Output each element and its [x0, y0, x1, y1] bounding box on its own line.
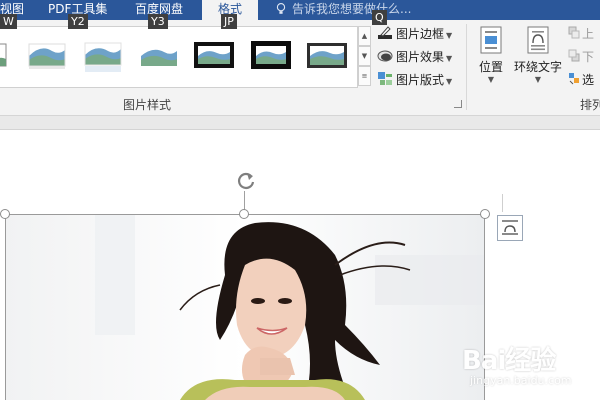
picture-styles-gallery: ▲ ▼ ≡ 图片样式: [0, 20, 372, 114]
watermark-url: jingyan.baidu.com: [470, 374, 572, 387]
position-button[interactable]: 位置 ▼: [478, 26, 504, 85]
picture-effects-icon: [377, 50, 393, 62]
picture-layout-label: 图片版式: [396, 73, 445, 87]
layout-options-button[interactable]: [497, 215, 523, 241]
group-separator: [466, 24, 467, 110]
keytip-format: JP: [221, 14, 237, 29]
picture-styles-group-label: 图片样式: [123, 98, 172, 112]
chevron-down-icon: ▼: [446, 77, 453, 86]
text-margin-line: [502, 194, 503, 212]
selection-pane-icon: [569, 73, 579, 85]
keytip-baidu: Y3: [148, 14, 168, 29]
picture-style-thumb[interactable]: [26, 34, 68, 76]
chevron-down-icon: ▼: [446, 54, 453, 63]
gallery-scroll-down-button[interactable]: ▼: [358, 46, 371, 66]
send-backward-icon: [568, 49, 580, 62]
picture-layout-button[interactable]: 图片版式 ▼: [377, 70, 452, 90]
keytip-tellme: Q: [372, 10, 387, 25]
picture-border-label: 图片边框: [396, 27, 445, 41]
portrait-photo: [5, 215, 485, 400]
position-icon: [480, 26, 502, 54]
picture-style-thumb[interactable]: [138, 34, 180, 76]
send-backward-button[interactable]: 下: [568, 47, 594, 67]
selected-picture[interactable]: [5, 215, 485, 400]
resize-handle-top-left[interactable]: [0, 209, 10, 219]
arrange-group-label: 排列: [580, 98, 600, 112]
picture-border-icon: [378, 26, 392, 39]
picture-border-button[interactable]: 图片边框 ▼: [377, 24, 452, 44]
bring-forward-icon: [568, 26, 580, 39]
ruler-strip: [0, 116, 600, 130]
picture-effects-label: 图片效果: [396, 50, 445, 64]
tell-me-box[interactable]: 告诉我您想要做什么...: [276, 0, 411, 20]
chevron-down-icon: ▼: [534, 75, 542, 84]
rotation-handle-line: [244, 191, 245, 210]
ribbon-tab-bar: 视图 PDF工具集 百度网盘 格式 告诉我您想要做什么...: [0, 0, 600, 20]
wrap-text-icon: [527, 26, 549, 54]
send-backward-label: 下: [582, 50, 595, 64]
baidu-jingyan-watermark: Bai经验 jingyan.baidu.com: [452, 334, 592, 396]
bring-forward-label: 上: [582, 27, 595, 41]
bring-forward-button[interactable]: 上: [568, 24, 594, 44]
keytip-view: W: [0, 14, 17, 29]
wrap-text-label: 环绕文字: [514, 60, 563, 74]
position-label: 位置: [478, 60, 503, 74]
chevron-down-icon: ▼: [446, 31, 453, 40]
gallery-scroll-up-button[interactable]: ▲: [358, 26, 371, 46]
ribbon: ▲ ▼ ≡ 图片样式 图片边框 ▼ 图片效果 ▼ 图片版式 ▼ 位置 ▼ 环绕文…: [0, 20, 600, 116]
rotate-handle-icon[interactable]: [235, 171, 257, 191]
chevron-down-icon: ▼: [487, 75, 495, 84]
lightbulb-icon: [276, 3, 286, 14]
picture-styles-dialog-launcher[interactable]: [454, 100, 462, 108]
picture-effects-button[interactable]: 图片效果 ▼: [377, 47, 452, 67]
resize-handle-top-right[interactable]: [480, 209, 490, 219]
resize-handle-top[interactable]: [239, 209, 249, 219]
keytip-pdf: Y2: [68, 14, 88, 29]
picture-style-thumb-black-frame[interactable]: [193, 34, 235, 76]
tell-me-placeholder: 告诉我您想要做什么...: [292, 2, 412, 16]
picture-style-thumb[interactable]: [82, 34, 124, 76]
layout-options-icon: [502, 220, 518, 235]
gallery-more-button[interactable]: ≡: [358, 66, 371, 86]
picture-style-thumb-dark-frame[interactable]: [306, 34, 348, 76]
selection-pane-button[interactable]: 选: [568, 70, 594, 90]
watermark-logo-text: Bai经验: [462, 346, 556, 376]
picture-style-thumb-black-shadow[interactable]: [250, 34, 292, 76]
selection-pane-label: 选: [582, 73, 595, 87]
wrap-text-button[interactable]: 环绕文字 ▼: [514, 26, 562, 85]
picture-layout-icon: [378, 72, 392, 85]
